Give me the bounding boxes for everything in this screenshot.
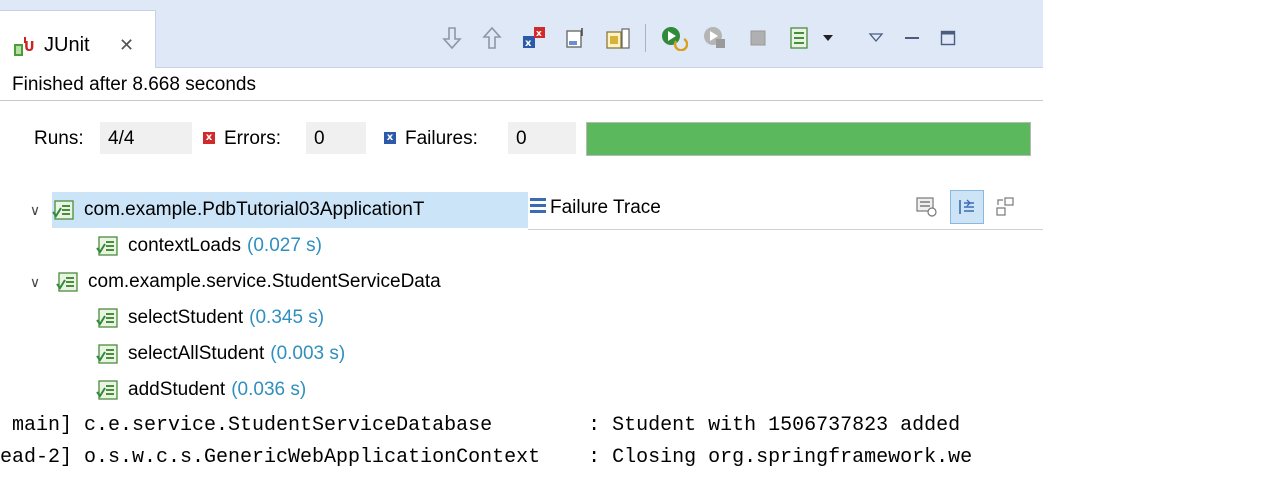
test-duration: (0.345 s) — [249, 307, 325, 328]
tree-node-label: addStudent — [128, 379, 226, 400]
errors-value: 0 — [306, 122, 366, 154]
tab-junit[interactable]: U JUnit ✕ — [0, 10, 156, 68]
console-output: main] c.e.service.StudentServiceDatabase… — [0, 414, 1274, 480]
failures-label: Failures: — [405, 128, 478, 149]
stack-trace-icon — [530, 198, 546, 216]
tree-suite-row[interactable]: ∨ com.example.service.StudentServiceData — [24, 264, 528, 300]
test-passed-icon — [96, 236, 118, 256]
junit-icon: U — [14, 37, 35, 56]
tree-test-row[interactable]: addStudent (0.036 s) — [96, 372, 528, 408]
progress-bar — [586, 122, 1031, 156]
test-suite-passed-icon — [52, 200, 74, 220]
history-dropdown-icon[interactable] — [811, 20, 845, 56]
failure-trace-header: Failure Trace — [528, 188, 1043, 230]
rerun-failed-first-icon[interactable] — [699, 20, 733, 56]
test-tree[interactable]: ∨ com.example.PdbTutorial03ApplicationT co… — [0, 186, 528, 408]
expand-chevron-icon[interactable]: ∨ — [24, 202, 46, 219]
svg-text:x: x — [536, 29, 542, 39]
show-failures-only-icon[interactable]: xx — [517, 20, 551, 56]
tree-test-row[interactable]: contextLoads (0.027 s) — [96, 228, 528, 264]
test-suite-passed-icon — [56, 272, 78, 292]
tree-node-label: contextLoads — [128, 235, 242, 256]
runs-value: 4/4 — [100, 122, 192, 154]
close-icon[interactable]: ✕ — [119, 35, 134, 56]
tree-node-label: com.example.service.StudentServiceData — [88, 271, 441, 292]
failures-value: 0 — [508, 122, 576, 154]
failure-trace-title: Failure Trace — [550, 197, 661, 218]
errors-label: Errors: — [224, 128, 281, 149]
tree-test-row[interactable]: selectAllStudent (0.003 s) — [96, 336, 528, 372]
test-duration: (0.027 s) — [247, 235, 323, 256]
tab-label: JUnit — [44, 34, 90, 56]
test-passed-icon — [96, 344, 118, 364]
view-menu-icon[interactable] — [859, 20, 893, 56]
test-passed-icon — [96, 308, 118, 328]
next-failure-icon[interactable] — [435, 20, 469, 56]
expand-chevron-icon[interactable]: ∨ — [24, 274, 46, 291]
compare-results-icon[interactable] — [910, 190, 944, 224]
divider — [0, 100, 1043, 101]
tree-node-label: selectAllStudent — [128, 343, 265, 364]
tree-node-label: selectStudent — [128, 307, 244, 328]
view-tab-bar: U JUnit ✕ xx — [0, 0, 1043, 68]
test-counters: Runs: 4/4 x Errors: 0 x Failures: 0 — [0, 122, 1043, 156]
stop-icon[interactable] — [741, 20, 775, 56]
test-passed-icon — [96, 380, 118, 400]
maximize-icon[interactable] — [931, 20, 965, 56]
test-duration: (0.036 s) — [231, 379, 307, 400]
error-icon: x — [203, 132, 215, 144]
svg-text:x: x — [525, 38, 532, 49]
status-message: Finished after 8.668 seconds — [12, 74, 256, 95]
failure-icon: x — [384, 132, 396, 144]
rerun-test-icon[interactable] — [657, 20, 691, 56]
test-duration: (0.003 s) — [270, 343, 346, 364]
filter-stack-trace-icon[interactable] — [950, 190, 984, 224]
layout-toggle-icon[interactable] — [988, 190, 1022, 224]
tree-node-label: com.example.PdbTutorial03ApplicationT — [84, 199, 425, 220]
show-skipped-icon[interactable] — [601, 20, 635, 56]
tree-suite-row[interactable]: ∨ com.example.PdbTutorial03ApplicationT — [30, 192, 528, 228]
scroll-lock-icon[interactable] — [559, 20, 593, 56]
minimize-icon[interactable] — [895, 20, 929, 56]
progress-fill — [587, 123, 1030, 155]
console-line: ead-2] o.s.w.c.s.GenericWebApplicationCo… — [0, 446, 973, 469]
previous-failure-icon[interactable] — [475, 20, 509, 56]
console-line: main] c.e.service.StudentServiceDatabase… — [0, 414, 961, 437]
runs-label: Runs: — [34, 128, 84, 149]
tree-test-row[interactable]: selectStudent (0.345 s) — [96, 300, 528, 336]
